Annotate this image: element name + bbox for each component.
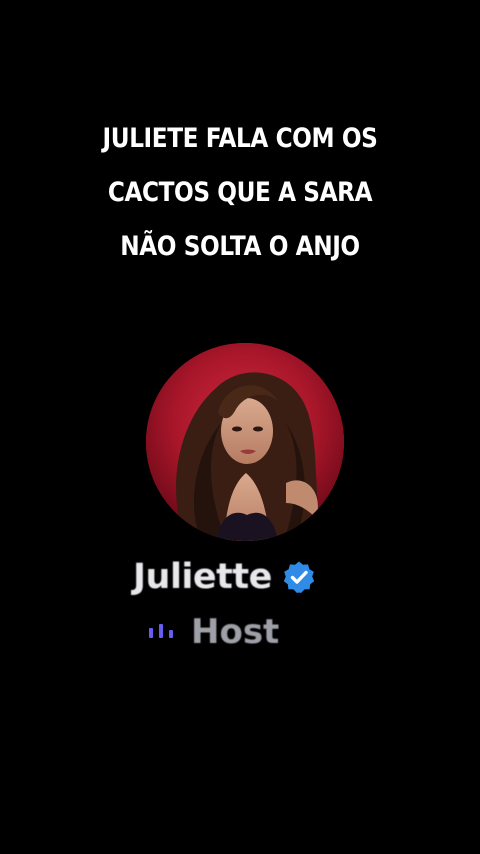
avatar-photo [146,343,344,541]
profile-name: Juliette [133,557,272,597]
caption-line-2: CACTOS QUE A SARA [107,177,373,208]
equalizer-bars-icon [147,622,177,642]
role-row: Host [147,608,279,656]
caption-line-1: JULIETE FALA COM OS [102,123,378,154]
caption-line-3: NÃO SOLTA O ANJO [120,231,360,262]
video-caption: JULIETE FALA COM OS CACTOS QUE A SARA NÃ… [0,112,480,274]
verified-badge-icon [282,560,316,594]
profile-name-row[interactable]: Juliette [133,553,316,601]
avatar[interactable] [146,343,344,541]
role-label: Host [191,612,280,652]
